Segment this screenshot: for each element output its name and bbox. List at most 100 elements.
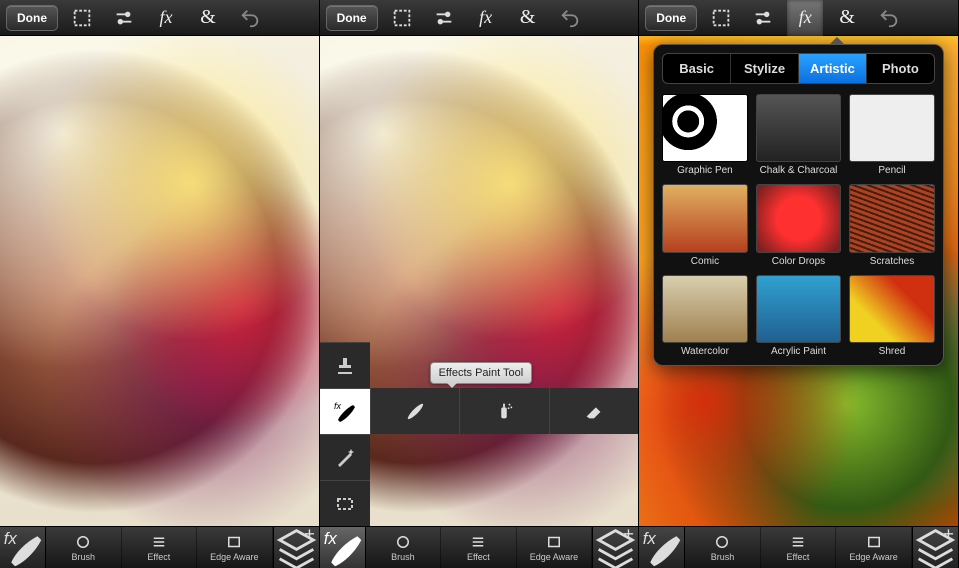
adjust-icon[interactable] [745, 0, 781, 36]
tab-stylize[interactable]: Stylize [731, 54, 799, 83]
done-button[interactable]: Done [6, 5, 58, 31]
magic-wand-tool[interactable] [320, 434, 370, 480]
effect-thumbnail [849, 275, 935, 343]
crop-icon[interactable] [384, 0, 420, 36]
effect-button[interactable]: Effect [122, 527, 198, 568]
edge-aware-label: Edge Aware [530, 552, 578, 562]
effect-label: Shred [879, 346, 906, 357]
effect-label: Color Drops [772, 256, 825, 267]
effect-label: Effect [147, 552, 170, 562]
done-button[interactable]: Done [326, 5, 378, 31]
top-toolbar: Done fx & [639, 0, 958, 36]
layers-button[interactable]: + [912, 527, 958, 568]
done-button[interactable]: Done [645, 5, 697, 31]
fx-brush-button[interactable]: fx [639, 527, 685, 568]
svg-text:+: + [304, 525, 315, 544]
stamp-tool[interactable] [320, 342, 370, 388]
effect-label: Watercolor [681, 346, 729, 357]
undo-icon[interactable] [552, 0, 588, 36]
layers-button[interactable]: + [592, 527, 638, 568]
undo-icon[interactable] [232, 0, 268, 36]
fx-icon[interactable]: fx [787, 0, 823, 36]
effect-acrylic-paint[interactable]: Acrylic Paint [756, 275, 842, 357]
fx-icon[interactable]: fx [468, 0, 504, 36]
effect-label: Pencil [878, 165, 905, 176]
crop-icon[interactable] [64, 0, 100, 36]
svg-text:+: + [943, 525, 954, 544]
brush-label: Brush [72, 552, 96, 562]
effects-category-segmented: Basic Stylize Artistic Photo [662, 53, 935, 84]
edge-aware-button[interactable]: Edge Aware [517, 527, 593, 568]
effect-graphic-pen[interactable]: Graphic Pen [662, 94, 748, 176]
top-toolbar: Done fx & [320, 0, 639, 36]
brush-button[interactable]: Brush [685, 527, 761, 568]
brush-subtools-row [370, 388, 639, 434]
effect-label: Scratches [870, 256, 914, 267]
ampersand-icon[interactable]: & [510, 0, 546, 36]
effect-pencil[interactable]: Pencil [849, 94, 935, 176]
effect-thumbnail [662, 275, 748, 343]
fx-brush-button[interactable]: fx [320, 527, 366, 568]
effect-thumbnail [662, 94, 748, 162]
effect-thumbnail [849, 94, 935, 162]
crop-icon[interactable] [703, 0, 739, 36]
effect-thumbnail [849, 184, 935, 252]
selection-tool[interactable] [320, 480, 370, 526]
layers-button[interactable]: + [273, 527, 319, 568]
brush-label: Brush [711, 552, 735, 562]
svg-text:fx: fx [643, 529, 657, 548]
eraser-tool[interactable] [549, 388, 639, 434]
effect-thumbnail [756, 275, 842, 343]
edge-aware-label: Edge Aware [849, 552, 897, 562]
svg-text:+: + [623, 525, 634, 544]
bottom-toolbar: fx Brush Effect Edge Aware + [639, 526, 958, 568]
ampersand-icon[interactable]: & [829, 0, 865, 36]
effect-chalk-charcoal[interactable]: Chalk & Charcoal [756, 94, 842, 176]
adjust-icon[interactable] [426, 0, 462, 36]
fx-brush-tool[interactable]: fx [320, 388, 370, 434]
effects-popover: Basic Stylize Artistic Photo Graphic Pen… [653, 44, 944, 366]
effect-comic[interactable]: Comic [662, 184, 748, 266]
effect-thumbnail [662, 184, 748, 252]
effects-grid: Graphic Pen Chalk & Charcoal Pencil Comic Co… [662, 94, 935, 357]
paint-brush-tool[interactable] [370, 388, 460, 434]
tool-category-strip: fx [320, 342, 370, 526]
ampersand-icon[interactable]: & [190, 0, 226, 36]
panel-3: Done fx & Basic Stylize Artistic Photo G… [639, 0, 959, 568]
undo-icon[interactable] [871, 0, 907, 36]
effect-label: Chalk & Charcoal [760, 165, 838, 176]
fx-brush-button[interactable]: fx [0, 527, 46, 568]
brush-button[interactable]: Brush [366, 527, 442, 568]
effect-label: Graphic Pen [677, 165, 733, 176]
bottom-toolbar: fx Brush Effect Edge Aware + [0, 526, 319, 568]
tooltip-effects-paint: Effects Paint Tool [430, 362, 533, 384]
bottom-toolbar: fx Brush Effect Edge Aware + [320, 526, 639, 568]
adjust-icon[interactable] [106, 0, 142, 36]
top-toolbar: Done fx & [0, 0, 319, 36]
artwork-portrait [0, 36, 319, 526]
panel-1: Done fx & fx Brush Effect Edge Aware + [0, 0, 320, 568]
tab-photo[interactable]: Photo [867, 54, 934, 83]
effect-watercolor[interactable]: Watercolor [662, 275, 748, 357]
svg-text:fx: fx [323, 529, 337, 548]
svg-text:fx: fx [4, 529, 18, 548]
fx-icon[interactable]: fx [148, 0, 184, 36]
effect-shred[interactable]: Shred [849, 275, 935, 357]
edge-aware-button[interactable]: Edge Aware [836, 527, 912, 568]
brush-button[interactable]: Brush [46, 527, 122, 568]
svg-text:fx: fx [334, 401, 342, 411]
edge-aware-button[interactable]: Edge Aware [197, 527, 273, 568]
brush-label: Brush [391, 552, 415, 562]
effect-label: Effect [467, 552, 490, 562]
spray-tool[interactable] [459, 388, 549, 434]
effect-color-drops[interactable]: Color Drops [756, 184, 842, 266]
tab-artistic[interactable]: Artistic [799, 54, 867, 83]
image-canvas[interactable] [0, 36, 319, 526]
effect-label: Effect [787, 552, 810, 562]
effect-label: Acrylic Paint [771, 346, 826, 357]
effect-button[interactable]: Effect [441, 527, 517, 568]
effect-button[interactable]: Effect [761, 527, 837, 568]
edge-aware-label: Edge Aware [210, 552, 258, 562]
effect-scratches[interactable]: Scratches [849, 184, 935, 266]
tab-basic[interactable]: Basic [663, 54, 731, 83]
